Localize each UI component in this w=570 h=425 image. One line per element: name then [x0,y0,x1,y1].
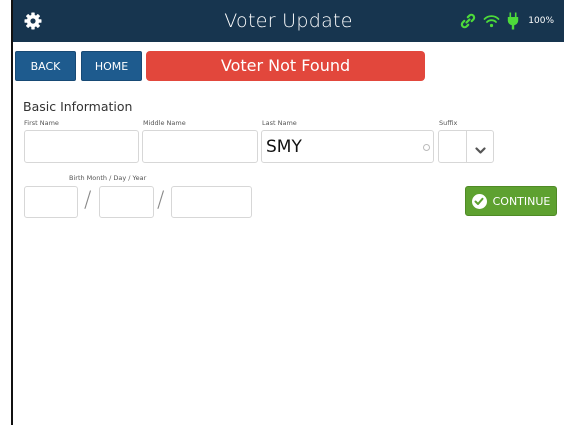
gear-icon[interactable] [23,11,43,31]
last-name-label: Last Name [262,119,297,127]
first-name-label: First Name [24,119,59,127]
birth-date-label: Birth Month / Day / Year [69,174,147,182]
battery-level: 100% [528,16,554,26]
first-name-field[interactable] [24,130,139,163]
clear-icon[interactable] [423,144,430,151]
continue-button[interactable]: CONTINUE [465,186,557,216]
continue-label: CONTINUE [492,194,551,208]
date-separator: / [84,188,92,213]
header-bar: Voter Update 100% [13,0,564,42]
suffix-label: Suffix [439,119,458,127]
date-separator: / [157,188,165,213]
suffix-select[interactable] [438,130,494,163]
last-name-value: SMY [266,137,302,157]
wifi-icon [483,14,500,28]
middle-name-field[interactable] [142,130,258,163]
error-banner: Voter Not Found [146,51,425,81]
status-icons: 100% [460,0,554,42]
link-icon [460,13,476,29]
middle-name-label: Middle Name [143,119,186,127]
birth-month-field[interactable] [24,186,78,218]
birth-year-field[interactable] [171,186,252,218]
section-title: Basic Information [23,99,133,114]
suffix-divider [466,131,467,162]
birth-day-field[interactable] [99,186,154,218]
last-name-field[interactable]: SMY [261,130,434,163]
check-circle-icon [471,193,487,209]
plug-icon [507,12,519,30]
window-edge [11,0,13,425]
back-button[interactable]: BACK [15,51,76,81]
home-button[interactable]: HOME [81,51,142,81]
chevron-down-icon[interactable] [475,140,486,159]
